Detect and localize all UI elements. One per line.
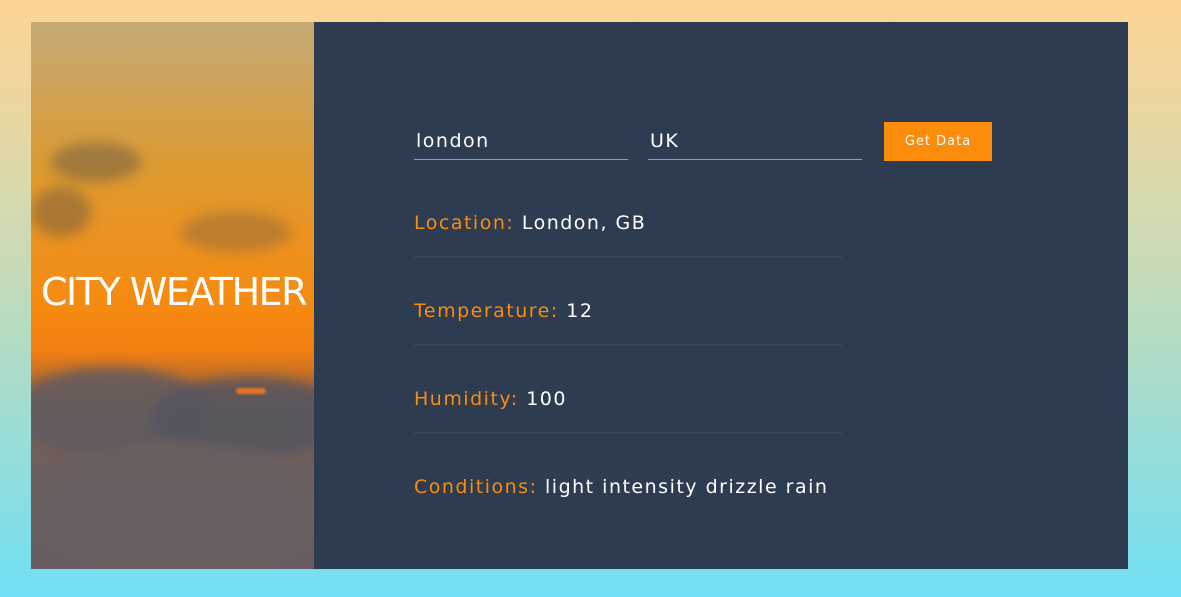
humidity-row: Humidity: 100 [414,388,842,434]
sky-image: CITY WEATHER [31,22,314,569]
cloud-shape [31,442,314,569]
weather-card: CITY WEATHER Get Data Location: London, … [31,22,1128,569]
location-row: Location: London, GB [414,212,842,258]
temperature-value: 12 [566,300,594,322]
temperature-label: Temperature: [414,300,567,322]
cloud-shape [181,212,291,252]
temperature-row: Temperature: 12 [414,300,842,346]
get-data-button[interactable]: Get Data [884,122,992,161]
cloud-shape [31,187,91,237]
weather-panel: Get Data Location: London, GB Temperatur… [314,22,1128,569]
cloud-shape [51,142,141,182]
conditions-row: Conditions: light intensity drizzle rain [414,476,842,498]
app-title: CITY WEATHER [41,270,308,314]
location-value: London, GB [521,212,647,234]
humidity-value: 100 [526,388,567,410]
humidity-label: Humidity: [414,388,527,410]
city-input[interactable] [414,122,628,160]
location-label: Location: [414,212,522,234]
country-input[interactable] [648,122,862,160]
conditions-label: Conditions: [414,476,546,498]
conditions-value: light intensity drizzle rain [545,476,829,498]
sun-glint [236,388,266,394]
